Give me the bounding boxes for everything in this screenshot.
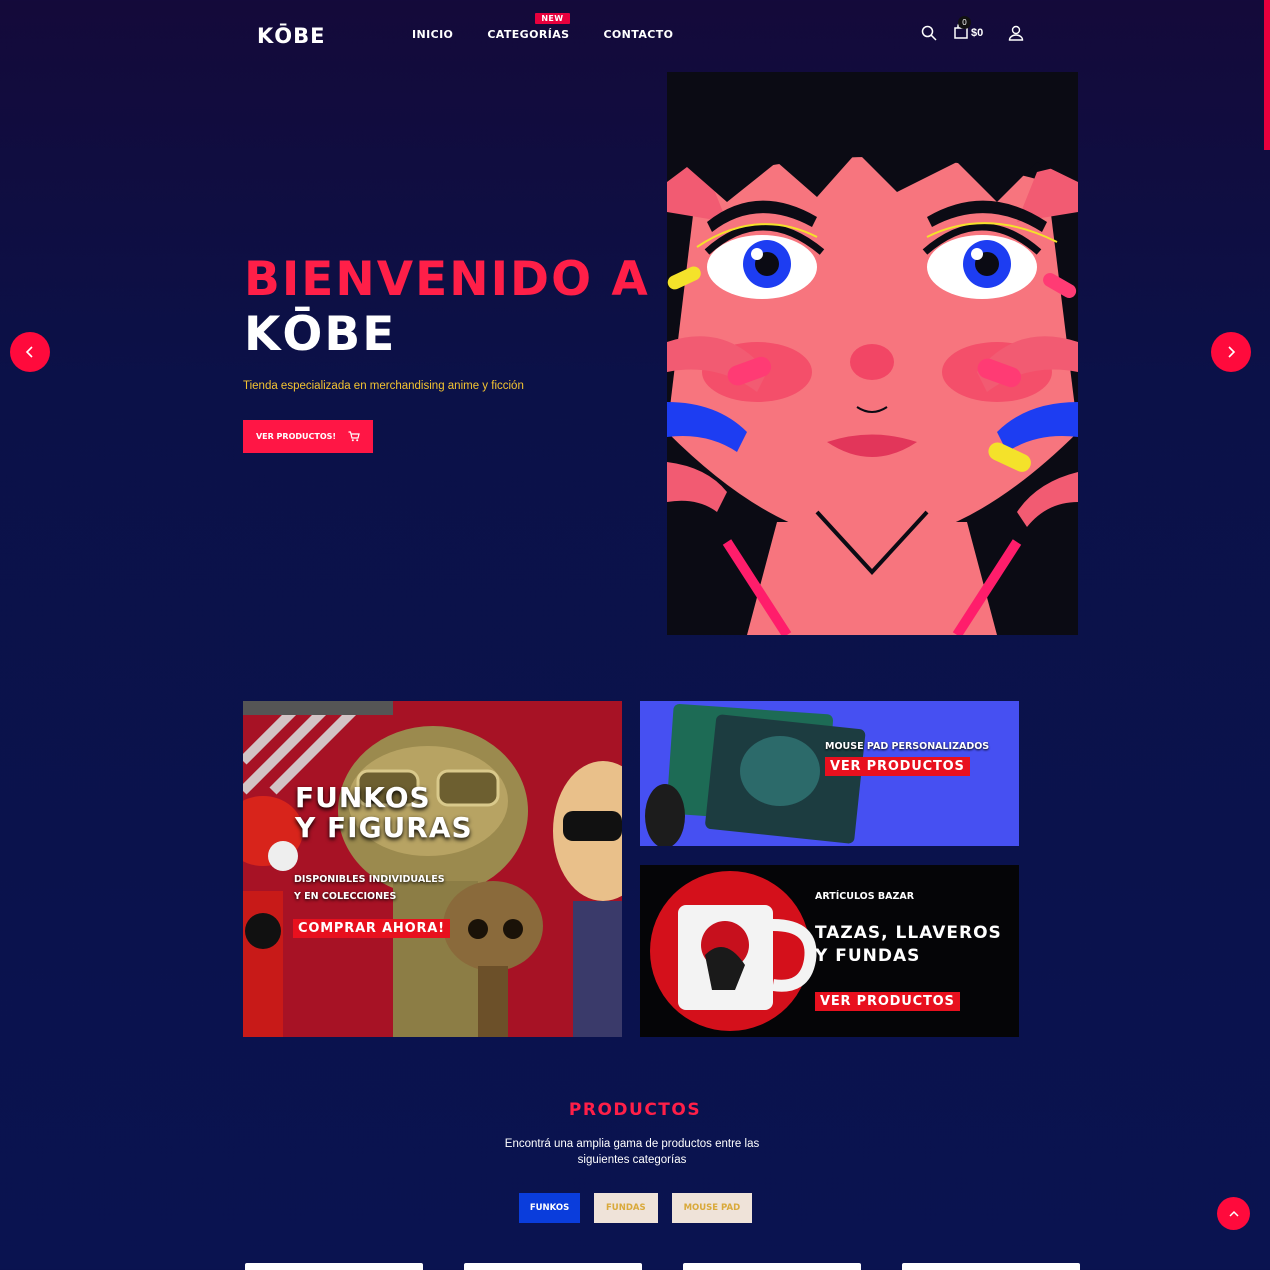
main-nav: INICIO NEW CATEGORÍAS CONTACTO	[412, 13, 673, 41]
user-icon[interactable]	[1005, 22, 1027, 44]
products-title: PRODUCTOS	[568, 1100, 702, 1120]
cart-total: $0	[971, 27, 984, 39]
funkos-banner[interactable]: FUNKOS Y FIGURAS DISPONIBLES INDIVIDUALE…	[243, 701, 622, 1037]
mousepad-view-products-button[interactable]: VER PRODUCTOS	[825, 757, 970, 776]
cart-count-badge: 0	[958, 15, 971, 29]
product-card[interactable]	[902, 1263, 1080, 1270]
nav-label: CONTACTO	[603, 28, 674, 41]
hero-title: BIENVENIDO A KŌBE	[244, 252, 650, 362]
nav-item-categorias[interactable]: NEW CATEGORÍAS	[487, 13, 570, 41]
button-label: VER PRODUCTOS!	[255, 432, 337, 441]
nav-item-inicio[interactable]: INICIO	[412, 28, 453, 41]
product-card[interactable]	[464, 1263, 642, 1270]
bazar-title-line2: Y FUNDAS	[815, 946, 921, 966]
nav-label: CATEGORÍAS	[487, 28, 570, 41]
products-subtitle: Encontrá una amplia gama de productos en…	[504, 1138, 760, 1166]
carousel-prev-button[interactable]	[10, 332, 50, 372]
hero-title-line1: BIENVENIDO A	[244, 252, 650, 307]
chevron-right-icon	[1228, 346, 1236, 358]
category-filters: FUNKOS FUNDAS MOUSE PAD	[519, 1193, 753, 1223]
site-header: KŌBE INICIO NEW CATEGORÍAS CONTACTO 0 $0	[0, 0, 1270, 70]
nav-item-contacto[interactable]: CONTACTO	[603, 28, 673, 41]
nav-label: INICIO	[412, 28, 454, 41]
bazar-title-line1: TAZAS, LLAVEROS	[815, 923, 1002, 943]
mousepad-banner[interactable]: MOUSE PAD PERSONALIZADOS VER PRODUCTOS	[640, 701, 1019, 846]
funkos-sub-line1: DISPONIBLES INDIVIDUALES	[294, 874, 445, 885]
hero-anime-illustration	[667, 72, 1078, 635]
funkos-sub-line2: Y EN COLECCIONES	[294, 891, 397, 902]
funkos-title: FUNKOS Y FIGURAS	[295, 783, 473, 843]
site-logo[interactable]: KŌBE	[257, 24, 325, 48]
chevron-left-icon	[25, 346, 33, 358]
funkos-title-line1: FUNKOS	[295, 781, 431, 814]
hero-subtitle: Tienda especializada en merchandising an…	[243, 380, 524, 392]
back-to-top-button[interactable]	[1217, 1197, 1250, 1230]
filter-funkos[interactable]: FUNKOS	[519, 1193, 580, 1223]
product-card[interactable]	[683, 1263, 861, 1270]
product-card[interactable]	[245, 1263, 423, 1270]
funkos-subtitle: DISPONIBLES INDIVIDUALES Y EN COLECCIONE…	[294, 871, 445, 905]
carousel-next-button[interactable]	[1211, 332, 1251, 372]
funko-figures-image	[243, 701, 622, 1037]
view-products-button[interactable]: VER PRODUCTOS!	[243, 420, 373, 453]
bazar-title: TAZAS, LLAVEROS Y FUNDAS	[815, 922, 1002, 968]
cart-button[interactable]: 0 $0	[954, 15, 984, 44]
filter-fundas[interactable]: FUNDAS	[594, 1193, 658, 1223]
search-icon[interactable]	[918, 22, 940, 44]
hero-title-line2: KŌBE	[244, 307, 397, 362]
header-actions: 0 $0	[918, 15, 1027, 44]
buy-now-button[interactable]: COMPRAR AHORA!	[293, 919, 450, 938]
cart-icon	[348, 431, 360, 442]
bazar-banner[interactable]: ARTÍCULOS BAZAR TAZAS, LLAVEROS Y FUNDAS…	[640, 865, 1019, 1037]
filter-mouse-pad[interactable]: MOUSE PAD	[671, 1193, 753, 1223]
new-badge: NEW	[535, 13, 570, 24]
bazar-eyebrow: ARTÍCULOS BAZAR	[815, 891, 915, 902]
mousepad-title: MOUSE PAD PERSONALIZADOS	[825, 741, 990, 752]
product-grid	[245, 1263, 1080, 1270]
chevron-up-icon	[1228, 1210, 1239, 1217]
bazar-view-products-button[interactable]: VER PRODUCTOS	[815, 992, 960, 1011]
funkos-title-line2: Y FIGURAS	[295, 811, 473, 844]
